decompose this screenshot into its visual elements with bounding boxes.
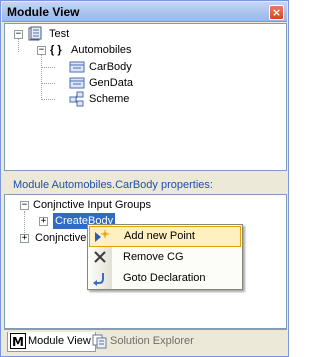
menu-item-add-new-point[interactable]: Add new Point xyxy=(89,226,241,247)
title-bar: Module View × xyxy=(2,2,287,22)
svg-text:M: M xyxy=(12,335,24,349)
scheme-icon xyxy=(69,91,85,107)
menu-item-remove-cg[interactable]: Remove CG xyxy=(89,247,241,268)
solution-icon xyxy=(27,26,43,42)
class-icon xyxy=(69,75,85,91)
add-point-icon xyxy=(93,229,109,245)
tree-node-label: GenData xyxy=(89,77,134,89)
tab-module-view[interactable]: M Module View xyxy=(7,332,96,352)
menu-item-label: Remove CG xyxy=(123,251,184,263)
property-group-label: Conjnctive xyxy=(35,232,87,244)
tab-bar: M Module View Solution Explorer xyxy=(4,329,287,355)
tree-node-label: CarBody xyxy=(89,61,132,73)
tab-label: Solution Explorer xyxy=(110,335,194,347)
tree-node-scheme[interactable]: Scheme xyxy=(5,91,155,107)
close-icon: × xyxy=(271,6,282,19)
collapse-icon[interactable]: − xyxy=(14,30,23,39)
window-title: Module View xyxy=(7,5,80,19)
tree-node-label: Test xyxy=(49,28,70,40)
context-menu: Add new Point Remove CG Goto Declaration xyxy=(87,224,243,290)
property-group-label: Conjnctive Input Groups xyxy=(33,199,152,211)
tree-node-label: Scheme xyxy=(89,93,130,105)
tab-solution-explorer[interactable]: Solution Explorer xyxy=(90,332,198,352)
braces-namespace-icon: { } xyxy=(50,44,62,56)
expand-icon[interactable]: + xyxy=(20,234,29,243)
tree-node-carbody[interactable]: CarBody xyxy=(5,59,155,75)
class-icon xyxy=(69,59,85,75)
collapse-icon[interactable]: − xyxy=(37,46,46,55)
menu-item-goto-declaration[interactable]: Goto Declaration xyxy=(89,268,241,289)
solution-explorer-icon xyxy=(92,333,108,349)
tab-label: Module View xyxy=(28,335,91,347)
expand-icon[interactable]: + xyxy=(39,217,48,226)
property-group-conjnctive-input-groups[interactable]: − Conjnctive Input Groups xyxy=(5,197,205,213)
goto-arrow-icon xyxy=(92,270,108,286)
tree-node-label: Automobiles xyxy=(71,44,132,56)
tree-node-automobiles[interactable]: − { } Automobiles xyxy=(5,42,155,58)
module-view-icon: M xyxy=(10,333,26,349)
collapse-icon[interactable]: − xyxy=(20,201,29,210)
delete-x-icon xyxy=(92,249,108,265)
properties-header: Module Automobiles.CarBody properties: xyxy=(4,177,287,194)
menu-item-label: Add new Point xyxy=(124,230,195,242)
menu-item-label: Goto Declaration xyxy=(123,272,206,284)
tree-node-gendata[interactable]: GenData xyxy=(5,75,155,91)
tree-node-test[interactable]: − Test xyxy=(5,26,125,42)
module-view-window: Module View × − Test − {} Automobiles C… xyxy=(0,0,289,357)
module-tree[interactable]: − Test − { } Automobiles CarBody GenData… xyxy=(4,23,287,171)
close-button[interactable]: × xyxy=(269,5,284,20)
